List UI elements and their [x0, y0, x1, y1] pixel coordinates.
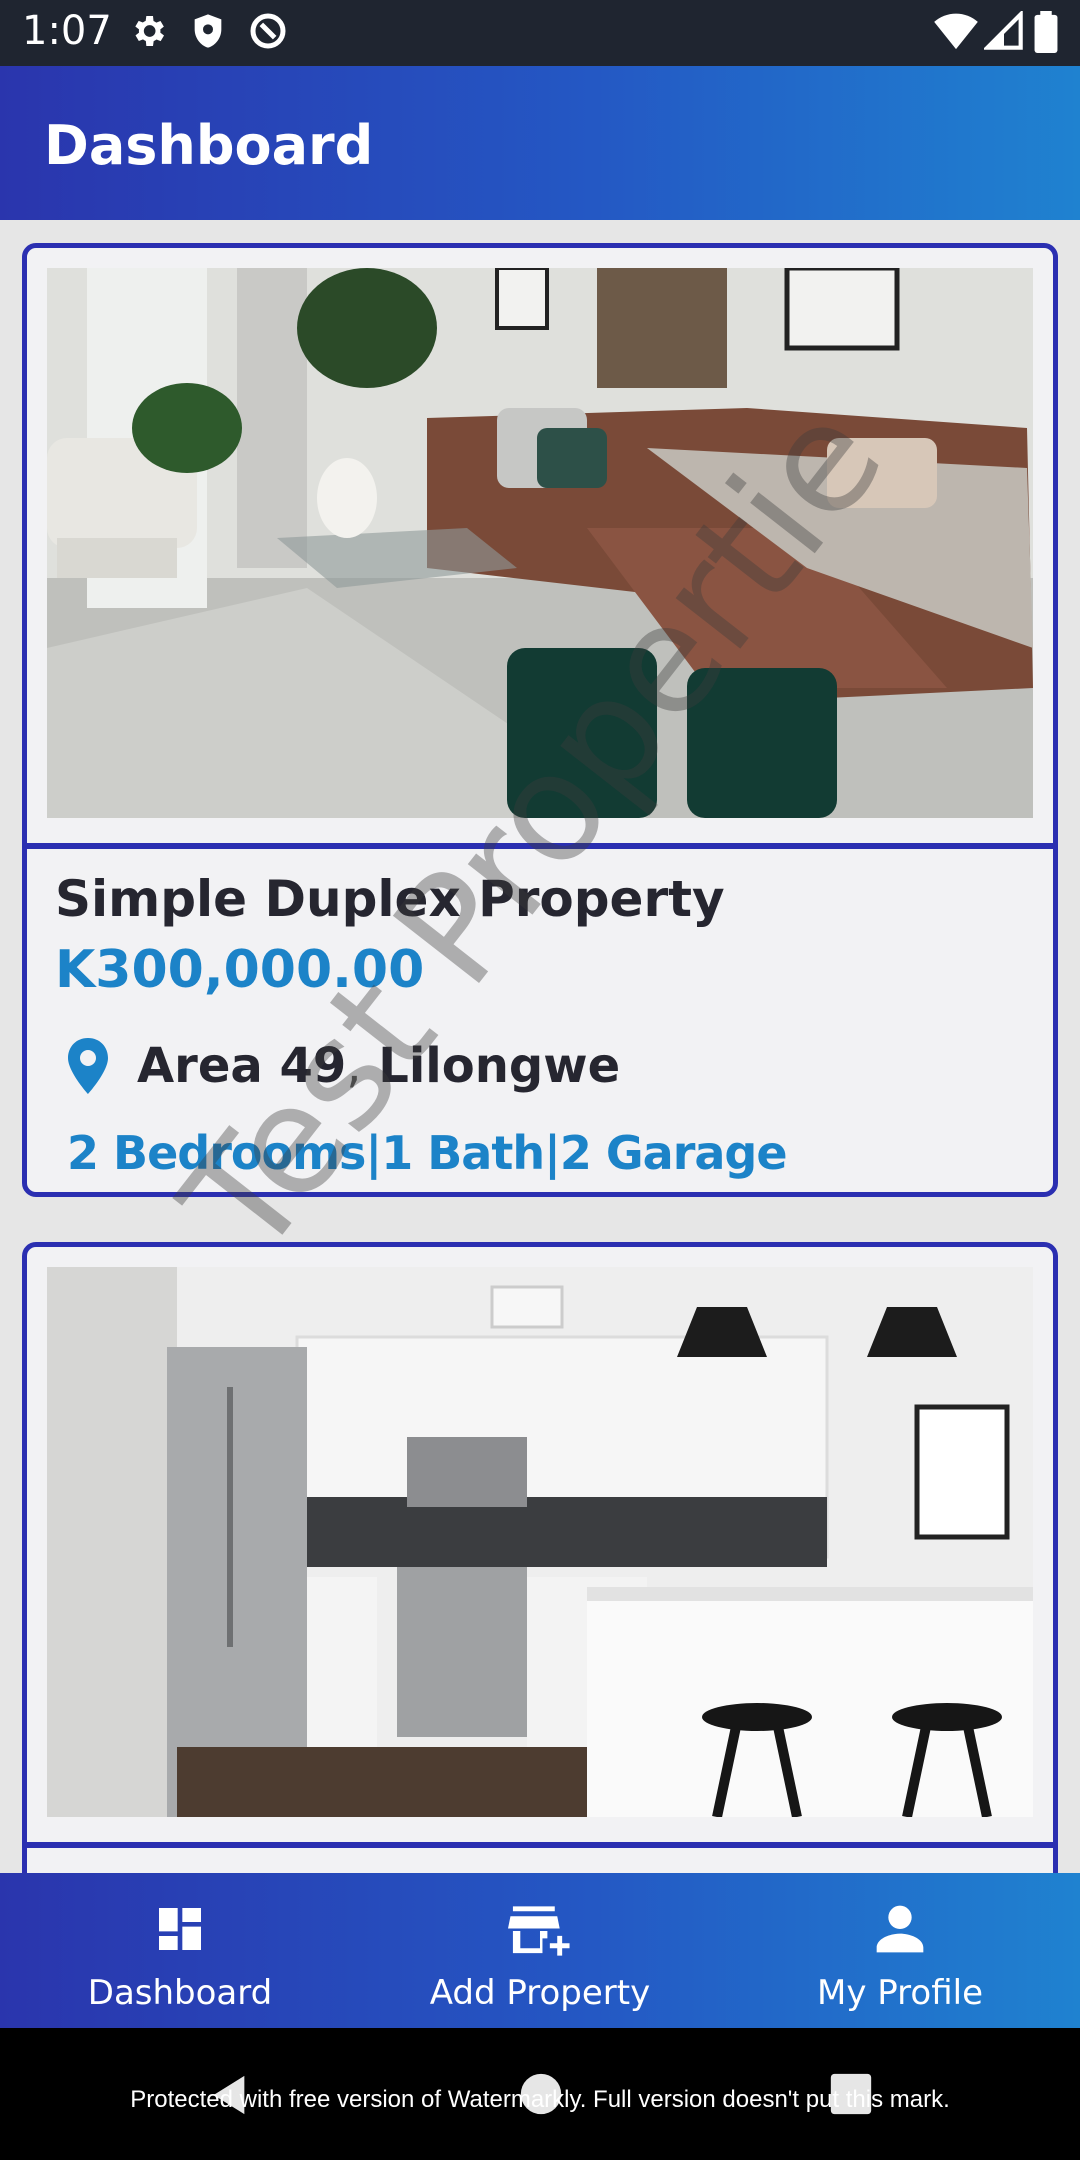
- property-features: 2 Bedrooms|1 Bath|2 Garage: [67, 1126, 788, 1180]
- battery-icon: [1034, 11, 1058, 58]
- add-store-icon: [508, 1901, 572, 1966]
- card-divider: [27, 1842, 1053, 1848]
- living-room-photo: [47, 268, 1033, 818]
- gear-icon: [128, 11, 168, 56]
- nav-label: My Profile: [817, 1973, 983, 2013]
- card-divider: [27, 843, 1053, 849]
- nav-item-dashboard[interactable]: Dashboard: [40, 1873, 320, 2028]
- at-sign-icon: [248, 11, 288, 56]
- property-price: K300,000.00: [55, 940, 425, 1000]
- app-bar: Dashboard: [0, 66, 1080, 220]
- nav-label: Add Property: [429, 1973, 651, 2013]
- property-card[interactable]: [22, 1242, 1058, 1942]
- shield-icon: [188, 11, 228, 56]
- signal-icon: [982, 9, 1024, 56]
- property-city: Lilongwe: [378, 1038, 621, 1094]
- person-icon: [872, 1901, 928, 1962]
- bottom-navigation: Dashboard Add Property My Profile: [0, 1873, 1080, 2028]
- dashboard-icon: [152, 1901, 208, 1962]
- property-location: Area 49, Lilongwe: [137, 1038, 620, 1094]
- status-bar: 1:07: [0, 0, 1080, 66]
- status-time: 1:07: [22, 8, 112, 54]
- location-separator: ,: [346, 1038, 362, 1094]
- property-card[interactable]: Simple Duplex Property K300,000.00 Area …: [22, 243, 1058, 1197]
- kitchen-photo: [47, 1267, 1033, 1817]
- location-pin-icon: [63, 1038, 113, 1099]
- watermark-notice: Protected with free version of Watermark…: [130, 2086, 950, 2113]
- page-title: Dashboard: [44, 114, 374, 177]
- nav-item-my-profile[interactable]: My Profile: [760, 1873, 1040, 2028]
- nav-label: Dashboard: [87, 1973, 273, 2013]
- property-area: Area 49: [137, 1038, 347, 1094]
- property-title: Simple Duplex Property: [55, 870, 725, 928]
- nav-item-add-property[interactable]: Add Property: [400, 1873, 680, 2028]
- wifi-icon: [934, 11, 978, 56]
